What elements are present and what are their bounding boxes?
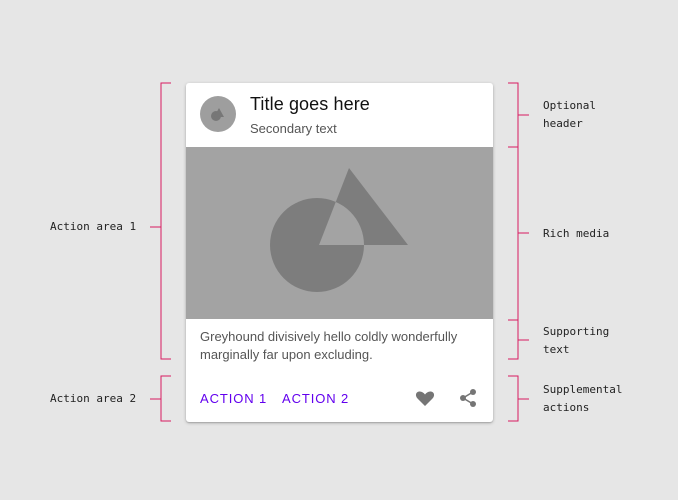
label-action-area-2: Action area 2: [50, 392, 137, 405]
card-title: Title goes here: [250, 94, 370, 114]
rich-media: [186, 147, 493, 319]
supporting-text: Greyhound divisively hello coldly wonder…: [200, 329, 458, 362]
bracket-optional-header: [508, 82, 529, 148]
label-optional-header: Optional header: [543, 97, 596, 133]
media-placeholder-icon: [270, 168, 408, 292]
label-supplemental-actions: Supplemental actions: [543, 381, 622, 417]
bracket-rich-media: [508, 146, 529, 321]
label-supporting-text-line2: text: [543, 343, 570, 356]
action-1-button[interactable]: ACTION 1: [200, 391, 267, 406]
heart-icon: [415, 391, 435, 406]
label-supporting-text: Supporting text: [543, 323, 609, 359]
share-button[interactable]: [457, 387, 479, 409]
share-icon: [460, 389, 476, 407]
card-header: Title goes here Secondary text: [186, 83, 493, 147]
bracket-supplemental-actions: [508, 375, 529, 422]
label-supporting-text-line1: Supporting: [543, 325, 610, 338]
bracket-action-area-2: [150, 375, 171, 422]
label-supplemental-actions-line2: actions: [543, 401, 590, 414]
bracket-supporting-text: [508, 319, 529, 360]
shapes-icon: [211, 108, 224, 121]
label-rich-media: Rich media: [543, 227, 610, 240]
label-optional-header-line1: Optional: [543, 99, 596, 112]
label-action-area-1: Action area 1: [50, 220, 137, 233]
avatar: [200, 96, 236, 132]
label-supplemental-actions-line1: Supplemental: [543, 383, 623, 396]
favorite-button[interactable]: [414, 387, 436, 409]
action-2-button[interactable]: ACTION 2: [282, 391, 349, 406]
label-optional-header-line2: header: [543, 117, 583, 130]
card-subtitle: Secondary text: [250, 121, 337, 136]
bracket-action-area-1: [150, 82, 171, 360]
card[interactable]: Title goes here Secondary text Greyhound…: [186, 83, 493, 422]
